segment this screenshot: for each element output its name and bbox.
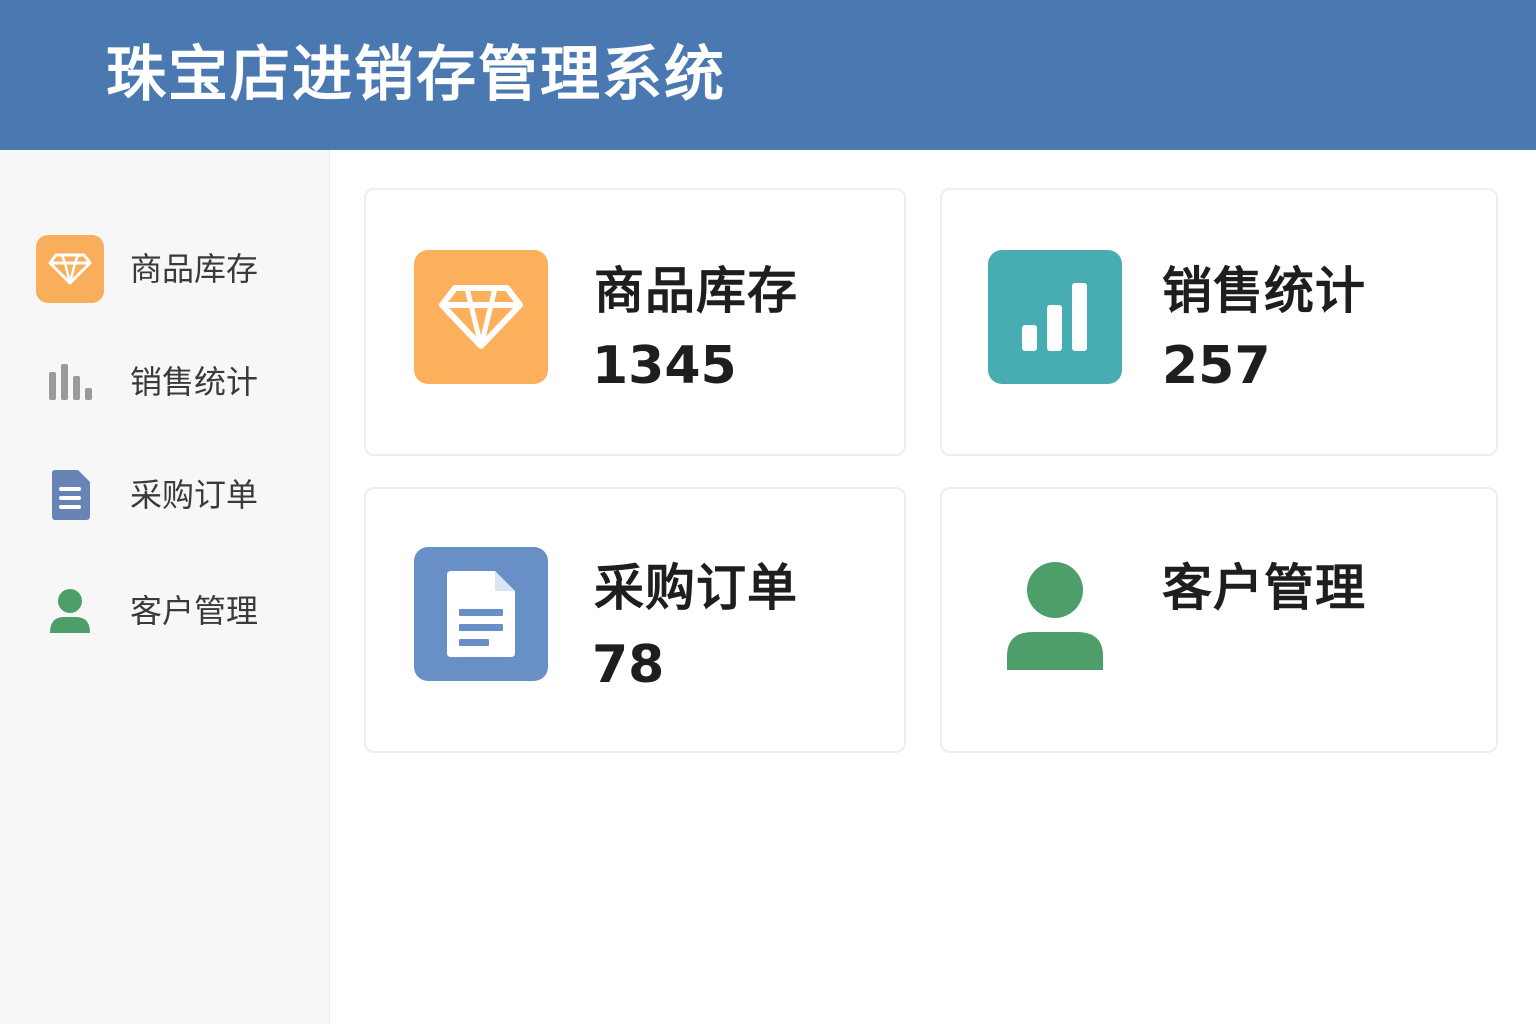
sidebar-item-customers[interactable]: 客户管理 bbox=[36, 576, 306, 646]
diamond-icon bbox=[414, 250, 548, 384]
sidebar-item-label: 销售统计 bbox=[130, 363, 259, 401]
app-header: 珠宝店进销存管理系统 bbox=[0, 0, 1536, 150]
card-sales[interactable]: 销售统计 257 bbox=[940, 188, 1498, 456]
bar-chart-icon bbox=[988, 250, 1122, 384]
card-value: 1345 bbox=[592, 336, 737, 396]
card-purchase[interactable]: 采购订单 78 bbox=[364, 487, 906, 753]
sidebar: 商品库存 销售统计 采购订单 客户管理 bbox=[0, 150, 330, 1024]
user-icon bbox=[36, 577, 104, 645]
bar-chart-icon bbox=[36, 348, 104, 416]
card-title: 销售统计 bbox=[1162, 262, 1366, 320]
sidebar-item-inventory[interactable]: 商品库存 bbox=[36, 234, 306, 304]
card-title: 采购订单 bbox=[594, 559, 798, 617]
card-title: 商品库存 bbox=[594, 262, 798, 320]
card-inventory[interactable]: 商品库存 1345 bbox=[364, 188, 906, 456]
sidebar-item-label: 采购订单 bbox=[130, 476, 259, 514]
app-root: 珠宝店进销存管理系统 商品库存 销售统计 采购订单 客户管理 商品库存 1345… bbox=[0, 0, 1536, 1024]
sidebar-item-purchase[interactable]: 采购订单 bbox=[36, 460, 306, 530]
sidebar-item-label: 客户管理 bbox=[130, 592, 259, 630]
diamond-icon bbox=[36, 235, 104, 303]
document-icon bbox=[414, 547, 548, 681]
user-icon bbox=[988, 547, 1122, 681]
card-customers[interactable]: 客户管理 bbox=[940, 487, 1498, 753]
app-title: 珠宝店进销存管理系统 bbox=[106, 40, 726, 110]
card-value: 78 bbox=[592, 635, 665, 695]
card-title: 客户管理 bbox=[1162, 559, 1366, 617]
sidebar-item-sales[interactable]: 销售统计 bbox=[36, 347, 306, 417]
card-value: 257 bbox=[1162, 336, 1271, 396]
document-icon bbox=[36, 461, 104, 529]
sidebar-item-label: 商品库存 bbox=[130, 250, 259, 288]
